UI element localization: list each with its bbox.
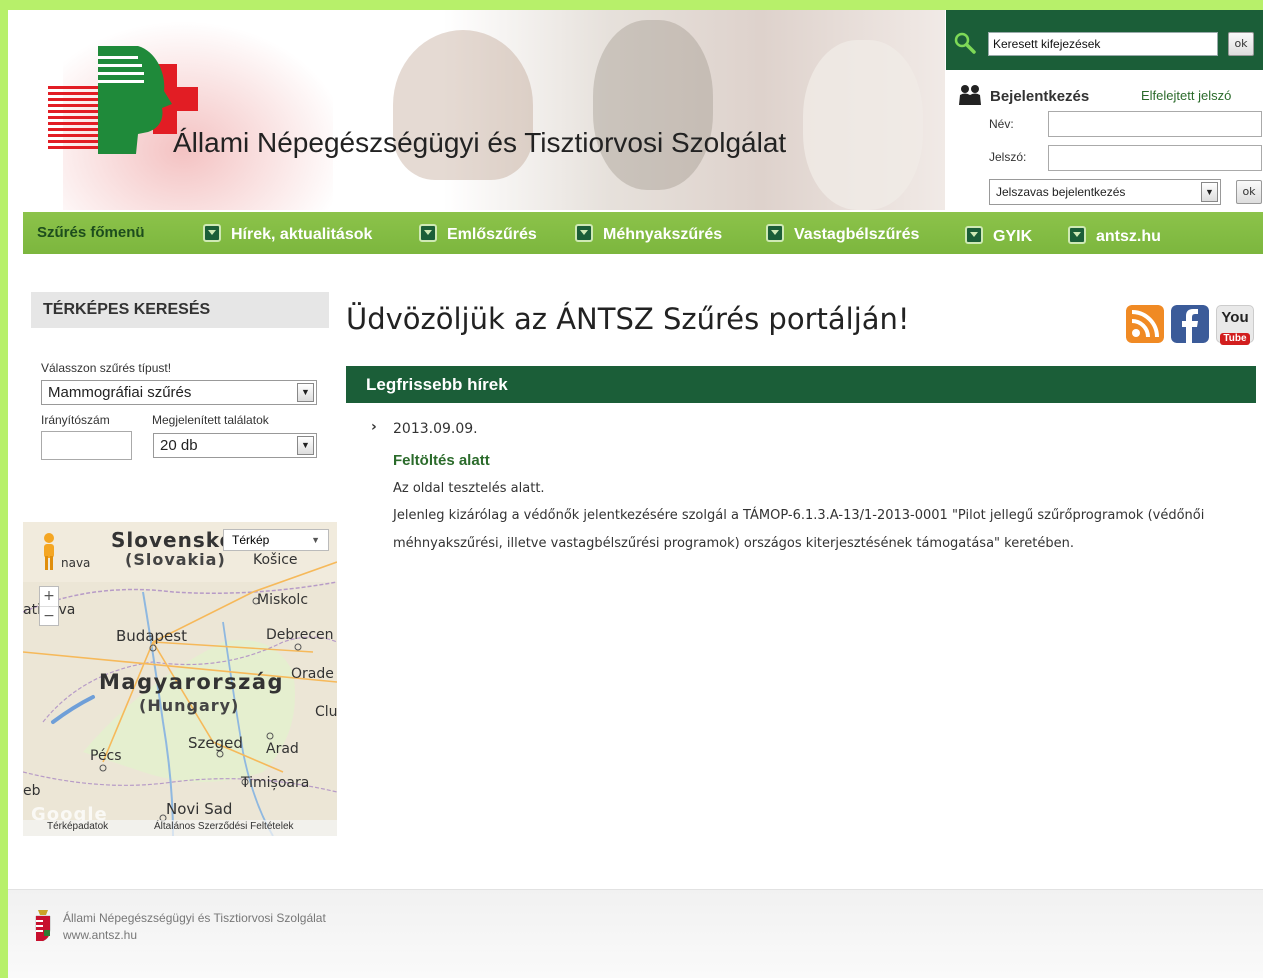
map-label-debrecen: Debrecen [266,627,334,643]
screening-type-value: Mammográfiai szűrés [48,384,192,401]
map-label-eb: eb [23,783,41,799]
map-label-novisad: Novi Sad [166,800,233,818]
map-label-pecs: Pécs [90,748,122,764]
map-terms-link[interactable]: Általános Szerződési Feltételek [154,821,294,832]
results-count-value: 20 db [160,437,198,454]
nav-item-antsz[interactable]: antsz.hu [1068,226,1161,246]
google-map[interactable]: Slovensko (Slovakia) Košice nava ati ava… [23,522,337,836]
search-ok-button[interactable]: ok [1228,32,1254,56]
map-label-hungary-en: (Hungary) [139,696,240,715]
results-label: Megjelenített találatok [152,413,269,427]
footer-url[interactable]: www.antsz.hu [63,928,137,942]
map-label-miskolc: Miskolc [257,592,309,608]
chevron-down-icon[interactable]: ▼ [297,383,314,402]
map-zoom-control: + − [39,586,59,626]
login-title: Bejelentkezés [990,88,1090,105]
search-input[interactable]: Keresett kifejezések [988,32,1218,56]
login-method-value: Jelszavas bejelentkezés [996,185,1126,199]
map-label-arad: Arad [266,741,299,757]
map-label-timisoara: Timișoara [241,775,310,791]
footer-org-name: Állami Népegészségügyi és Tisztiorvosi S… [63,911,326,925]
news-date: 2013.09.09. [393,421,478,437]
chevron-down-icon[interactable]: ▼ [1201,182,1218,202]
coat-of-arms-icon [35,910,51,942]
rss-icon[interactable] [1126,305,1164,343]
nav-item-gyik[interactable]: GYIK [965,226,1032,246]
nav-arrow-icon [419,224,437,242]
chevron-down-icon: ▼ [311,535,320,545]
nav-main-menu[interactable]: Szűrés főmenü [37,224,145,241]
zip-label: Irányítószám [41,413,110,427]
nav-arrow-icon [766,224,784,242]
header-photo [333,10,945,210]
nav-arrow-icon [965,226,983,244]
nav-arrow-icon [1068,226,1086,244]
screening-type-select[interactable]: Mammográfiai szűrés ▼ [41,380,317,405]
nav-arrow-icon [203,224,221,242]
login-ok-button[interactable]: ok [1236,180,1262,204]
chevron-right-icon: › [371,419,377,435]
results-count-select[interactable]: 20 db ▼ [153,433,317,458]
search-icon [954,32,976,54]
nav-item-vastagbelszures[interactable]: Vastagbélszűrés [766,224,919,244]
facebook-icon[interactable] [1171,305,1209,343]
password-field[interactable] [1048,145,1262,171]
map-label-szeged: Szeged [188,734,243,752]
map-search-title: TÉRKÉPES KERESÉS [31,292,329,328]
news-text-line-3: méhnyakszűrési, illetve vastagbélszűrési… [393,536,1074,551]
nav-arrow-icon [575,224,593,242]
map-label-hungary: Magyarország [99,670,285,694]
map-label-slovakia-en: (Slovakia) [125,550,226,569]
latest-news-header: Legfrissebb hírek [346,366,1256,403]
header-right-panel: Keresett kifejezések ok Bejelentkezés El… [946,10,1263,212]
main-nav: Szűrés főmenü Hírek, aktualitások Emlősz… [23,212,1263,254]
news-text-line-2: Jelenleg kizárólag a védőnők jelentkezés… [393,508,1205,523]
chevron-down-icon[interactable]: ▼ [297,436,314,455]
name-label: Név: [989,117,1014,131]
page: Állami Népegészségügyi és Tisztiorvosi S… [8,0,1263,978]
nav-item-mehnyakszures[interactable]: Méhnyakszűrés [575,224,722,244]
username-field[interactable] [1048,111,1262,137]
news-title[interactable]: Feltöltés alatt [393,452,490,469]
map-label-budapest: Budapest [116,627,187,645]
site-title[interactable]: Állami Népegészségügyi és Tisztiorvosi S… [173,127,786,159]
youtube-icon[interactable]: You Tube [1216,305,1254,345]
map-label-oradea: Orade [291,666,334,682]
map-data-link[interactable]: Térképadatok [47,821,108,832]
pegman-icon[interactable] [39,532,59,572]
login-method-select[interactable]: Jelszavas bejelentkezés ▼ [989,179,1221,205]
news-text-line-1: Az oldal tesztelés alatt. [393,481,545,496]
zip-input[interactable] [41,431,132,460]
map-label-kosice: Košice [253,552,298,568]
search-box: Keresett kifejezések ok [946,10,1263,70]
map-label-slovakia: Slovensko [111,528,235,552]
top-border [8,0,1263,10]
page-title: Üdvözöljük az ÁNTSZ Szűrés portálján! [346,302,910,336]
nav-item-emloszures[interactable]: Emlőszűrés [419,224,537,244]
map-label-nava: nava [61,556,91,570]
map-label-cluj: Clu [315,704,337,720]
forgot-password-link[interactable]: Elfelejtett jelszó [1141,88,1231,103]
zoom-out-button[interactable]: − [40,607,58,626]
users-icon [959,85,981,105]
type-label: Válasszon szűrés típust! [41,361,172,375]
map-type-select[interactable]: Térkép ▼ [223,529,329,551]
password-label: Jelszó: [989,150,1027,164]
nav-item-hirek[interactable]: Hírek, aktualitások [203,224,372,244]
footer: Állami Népegészségügyi és Tisztiorvosi S… [8,889,1263,978]
zoom-in-button[interactable]: + [40,587,58,607]
